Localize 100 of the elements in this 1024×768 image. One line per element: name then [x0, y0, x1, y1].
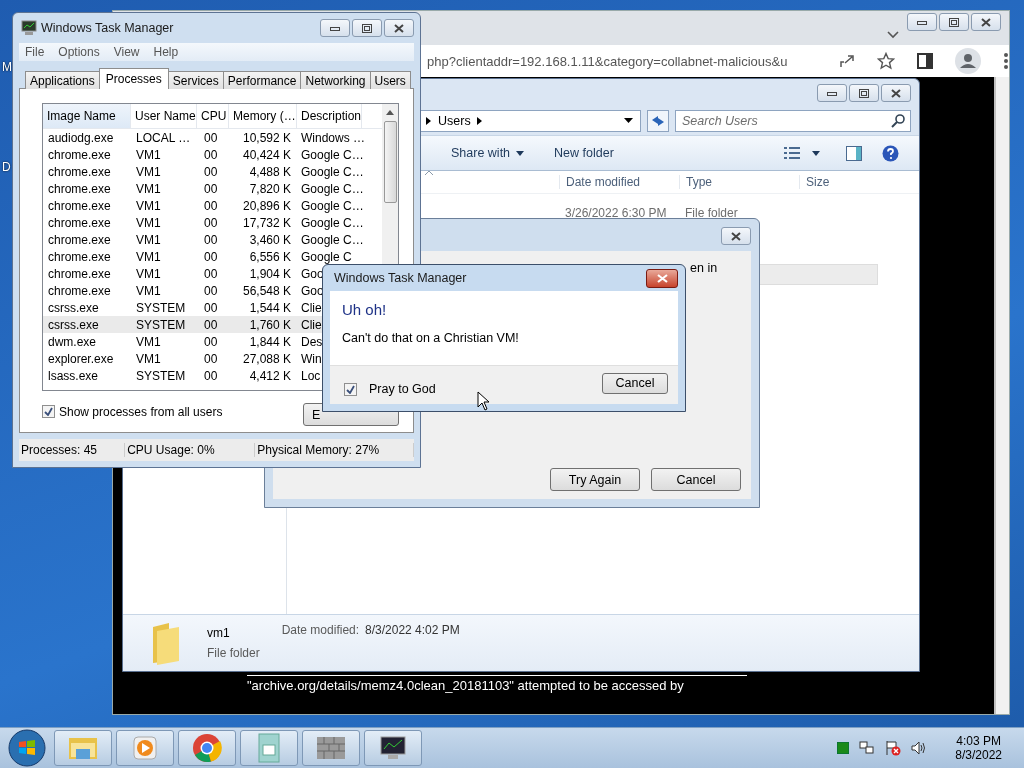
- refresh-button[interactable]: [647, 110, 669, 132]
- column-header[interactable]: Image Name: [43, 104, 131, 128]
- sidebar-icon[interactable]: [917, 53, 933, 69]
- process-row[interactable]: chrome.exe VM1 00 3,460 K Google C…: [43, 231, 382, 248]
- checkbox[interactable]: [42, 405, 55, 418]
- table-cell-text: 7,820 K: [248, 181, 292, 196]
- tab[interactable]: Applications: [25, 71, 100, 89]
- table-cell-text: VM1: [135, 249, 162, 264]
- star-icon[interactable]: [877, 52, 895, 70]
- status-text: Physical Memory: 27%: [255, 443, 414, 457]
- close-button[interactable]: [721, 227, 751, 245]
- scroll-thumb[interactable]: [383, 121, 397, 203]
- desktop-icon-label[interactable]: M: [2, 60, 12, 74]
- close-icon: [731, 231, 741, 241]
- flag-error-icon[interactable]: [885, 740, 902, 756]
- menu-item[interactable]: View: [113, 45, 140, 59]
- search-field[interactable]: Search Users: [675, 110, 911, 132]
- try-again-button[interactable]: Try Again: [550, 468, 640, 491]
- column-header[interactable]: Description: [297, 104, 363, 128]
- close-button[interactable]: [646, 268, 678, 288]
- table-cell-text: chrome.exe: [47, 198, 112, 213]
- dropdown-arrow-icon[interactable]: [624, 118, 634, 124]
- menu-icon[interactable]: [1003, 52, 1009, 70]
- close-button[interactable]: [971, 13, 1001, 31]
- table-cell-text: 56,548 K: [241, 283, 292, 298]
- tab[interactable]: Performance: [222, 71, 302, 89]
- tab[interactable]: Processes: [98, 68, 169, 89]
- checkbox-label[interactable]: Show processes from all users: [59, 404, 223, 419]
- cancel-button[interactable]: Cancel: [651, 468, 741, 491]
- process-row[interactable]: chrome.exe VM1 00 6,556 K Google C: [43, 248, 382, 265]
- cancel-button[interactable]: Cancel: [602, 372, 668, 394]
- menu-item[interactable]: File: [25, 45, 45, 59]
- table-cell-text: csrss.exe: [47, 317, 100, 332]
- tab[interactable]: Services: [167, 71, 224, 89]
- scrollbar[interactable]: [994, 77, 1009, 714]
- process-row[interactable]: audiodg.exe LOCAL … 00 10,592 K Windows …: [43, 129, 382, 146]
- dialog-text: en in: [690, 261, 719, 275]
- breadcrumb[interactable]: Users: [438, 114, 471, 128]
- share-with-button[interactable]: Share with: [451, 146, 511, 160]
- menu-item[interactable]: Options: [58, 45, 100, 59]
- menu-item[interactable]: Help: [153, 45, 179, 59]
- table-cell-text: audiodg.exe: [47, 130, 115, 145]
- column-header[interactable]: Date modified: [559, 175, 679, 189]
- table-cell-text: Google C…: [300, 215, 364, 230]
- close-icon: [656, 273, 668, 283]
- maximize-button[interactable]: [352, 19, 382, 37]
- start-button[interactable]: [8, 729, 46, 767]
- close-button[interactable]: [881, 84, 911, 102]
- speaker-icon[interactable]: [911, 740, 928, 756]
- close-button[interactable]: [384, 19, 414, 37]
- table-cell-text: Google C…: [300, 164, 364, 179]
- table-cell-text: Clie: [300, 300, 322, 315]
- tab[interactable]: Users: [369, 71, 411, 89]
- column-header[interactable]: Type: [679, 175, 799, 189]
- view-list-icon[interactable]: [784, 146, 800, 160]
- checkbox-label[interactable]: Pray to God: [369, 382, 436, 396]
- table-cell-text: 00: [203, 249, 219, 264]
- process-row[interactable]: chrome.exe VM1 00 4,488 K Google C…: [43, 163, 382, 180]
- network-icon[interactable]: [859, 740, 876, 756]
- table-cell-text: 00: [203, 215, 219, 230]
- process-row[interactable]: chrome.exe VM1 00 7,820 K Google C…: [43, 180, 382, 197]
- scroll-up-icon[interactable]: [386, 110, 394, 115]
- minimize-button[interactable]: [320, 19, 350, 37]
- date-modified-value: 8/3/2022 4:02 PM: [365, 623, 460, 637]
- process-row[interactable]: chrome.exe VM1 00 17,732 K Google C…: [43, 214, 382, 231]
- tab[interactable]: Networking: [300, 71, 371, 89]
- close-icon: [981, 17, 991, 27]
- process-row[interactable]: chrome.exe VM1 00 20,896 K Google C…: [43, 197, 382, 214]
- maximize-icon: [362, 23, 372, 33]
- minimize-button[interactable]: [817, 84, 847, 102]
- preview-pane-icon[interactable]: [846, 145, 862, 161]
- minimize-button[interactable]: [907, 13, 937, 31]
- table-cell-text: VM1: [135, 181, 162, 196]
- taskbar-button[interactable]: [364, 730, 422, 766]
- table-cell-text: chrome.exe: [47, 266, 112, 281]
- address-bar[interactable]: php?clientaddr=192.168.1.11&category=collabnet-malicious&u: [427, 53, 829, 69]
- table-cell-text: 4,412 K: [248, 368, 292, 383]
- column-header[interactable]: Memory (…: [229, 104, 297, 128]
- caret-icon[interactable]: [812, 150, 820, 156]
- process-row[interactable]: chrome.exe VM1 00 40,424 K Google C…: [43, 146, 382, 163]
- chevron-down-icon[interactable]: [887, 31, 899, 39]
- maximize-button[interactable]: [849, 84, 879, 102]
- profile-icon[interactable]: [955, 48, 981, 74]
- desktop-icon-label[interactable]: D: [2, 160, 11, 174]
- table-cell-text: VM1: [135, 351, 162, 366]
- checkbox[interactable]: [344, 382, 357, 396]
- breadcrumb-arrow-icon[interactable]: [476, 117, 483, 125]
- new-folder-button[interactable]: New folder: [554, 146, 614, 160]
- cursor-icon: [477, 391, 491, 411]
- caret-icon[interactable]: [516, 150, 525, 156]
- maximize-button[interactable]: [939, 13, 969, 31]
- clock[interactable]: 4:03 PM 8/3/2022: [955, 734, 1002, 762]
- address-bar[interactable]: Users: [419, 110, 641, 132]
- table-cell-text: 00: [203, 283, 219, 298]
- search-icon[interactable]: [891, 114, 905, 128]
- column-header[interactable]: CPU: [197, 104, 229, 128]
- column-header[interactable]: User Name: [131, 104, 197, 128]
- share-icon[interactable]: [839, 53, 855, 69]
- column-header[interactable]: Size: [799, 175, 919, 189]
- help-icon[interactable]: [882, 144, 899, 162]
